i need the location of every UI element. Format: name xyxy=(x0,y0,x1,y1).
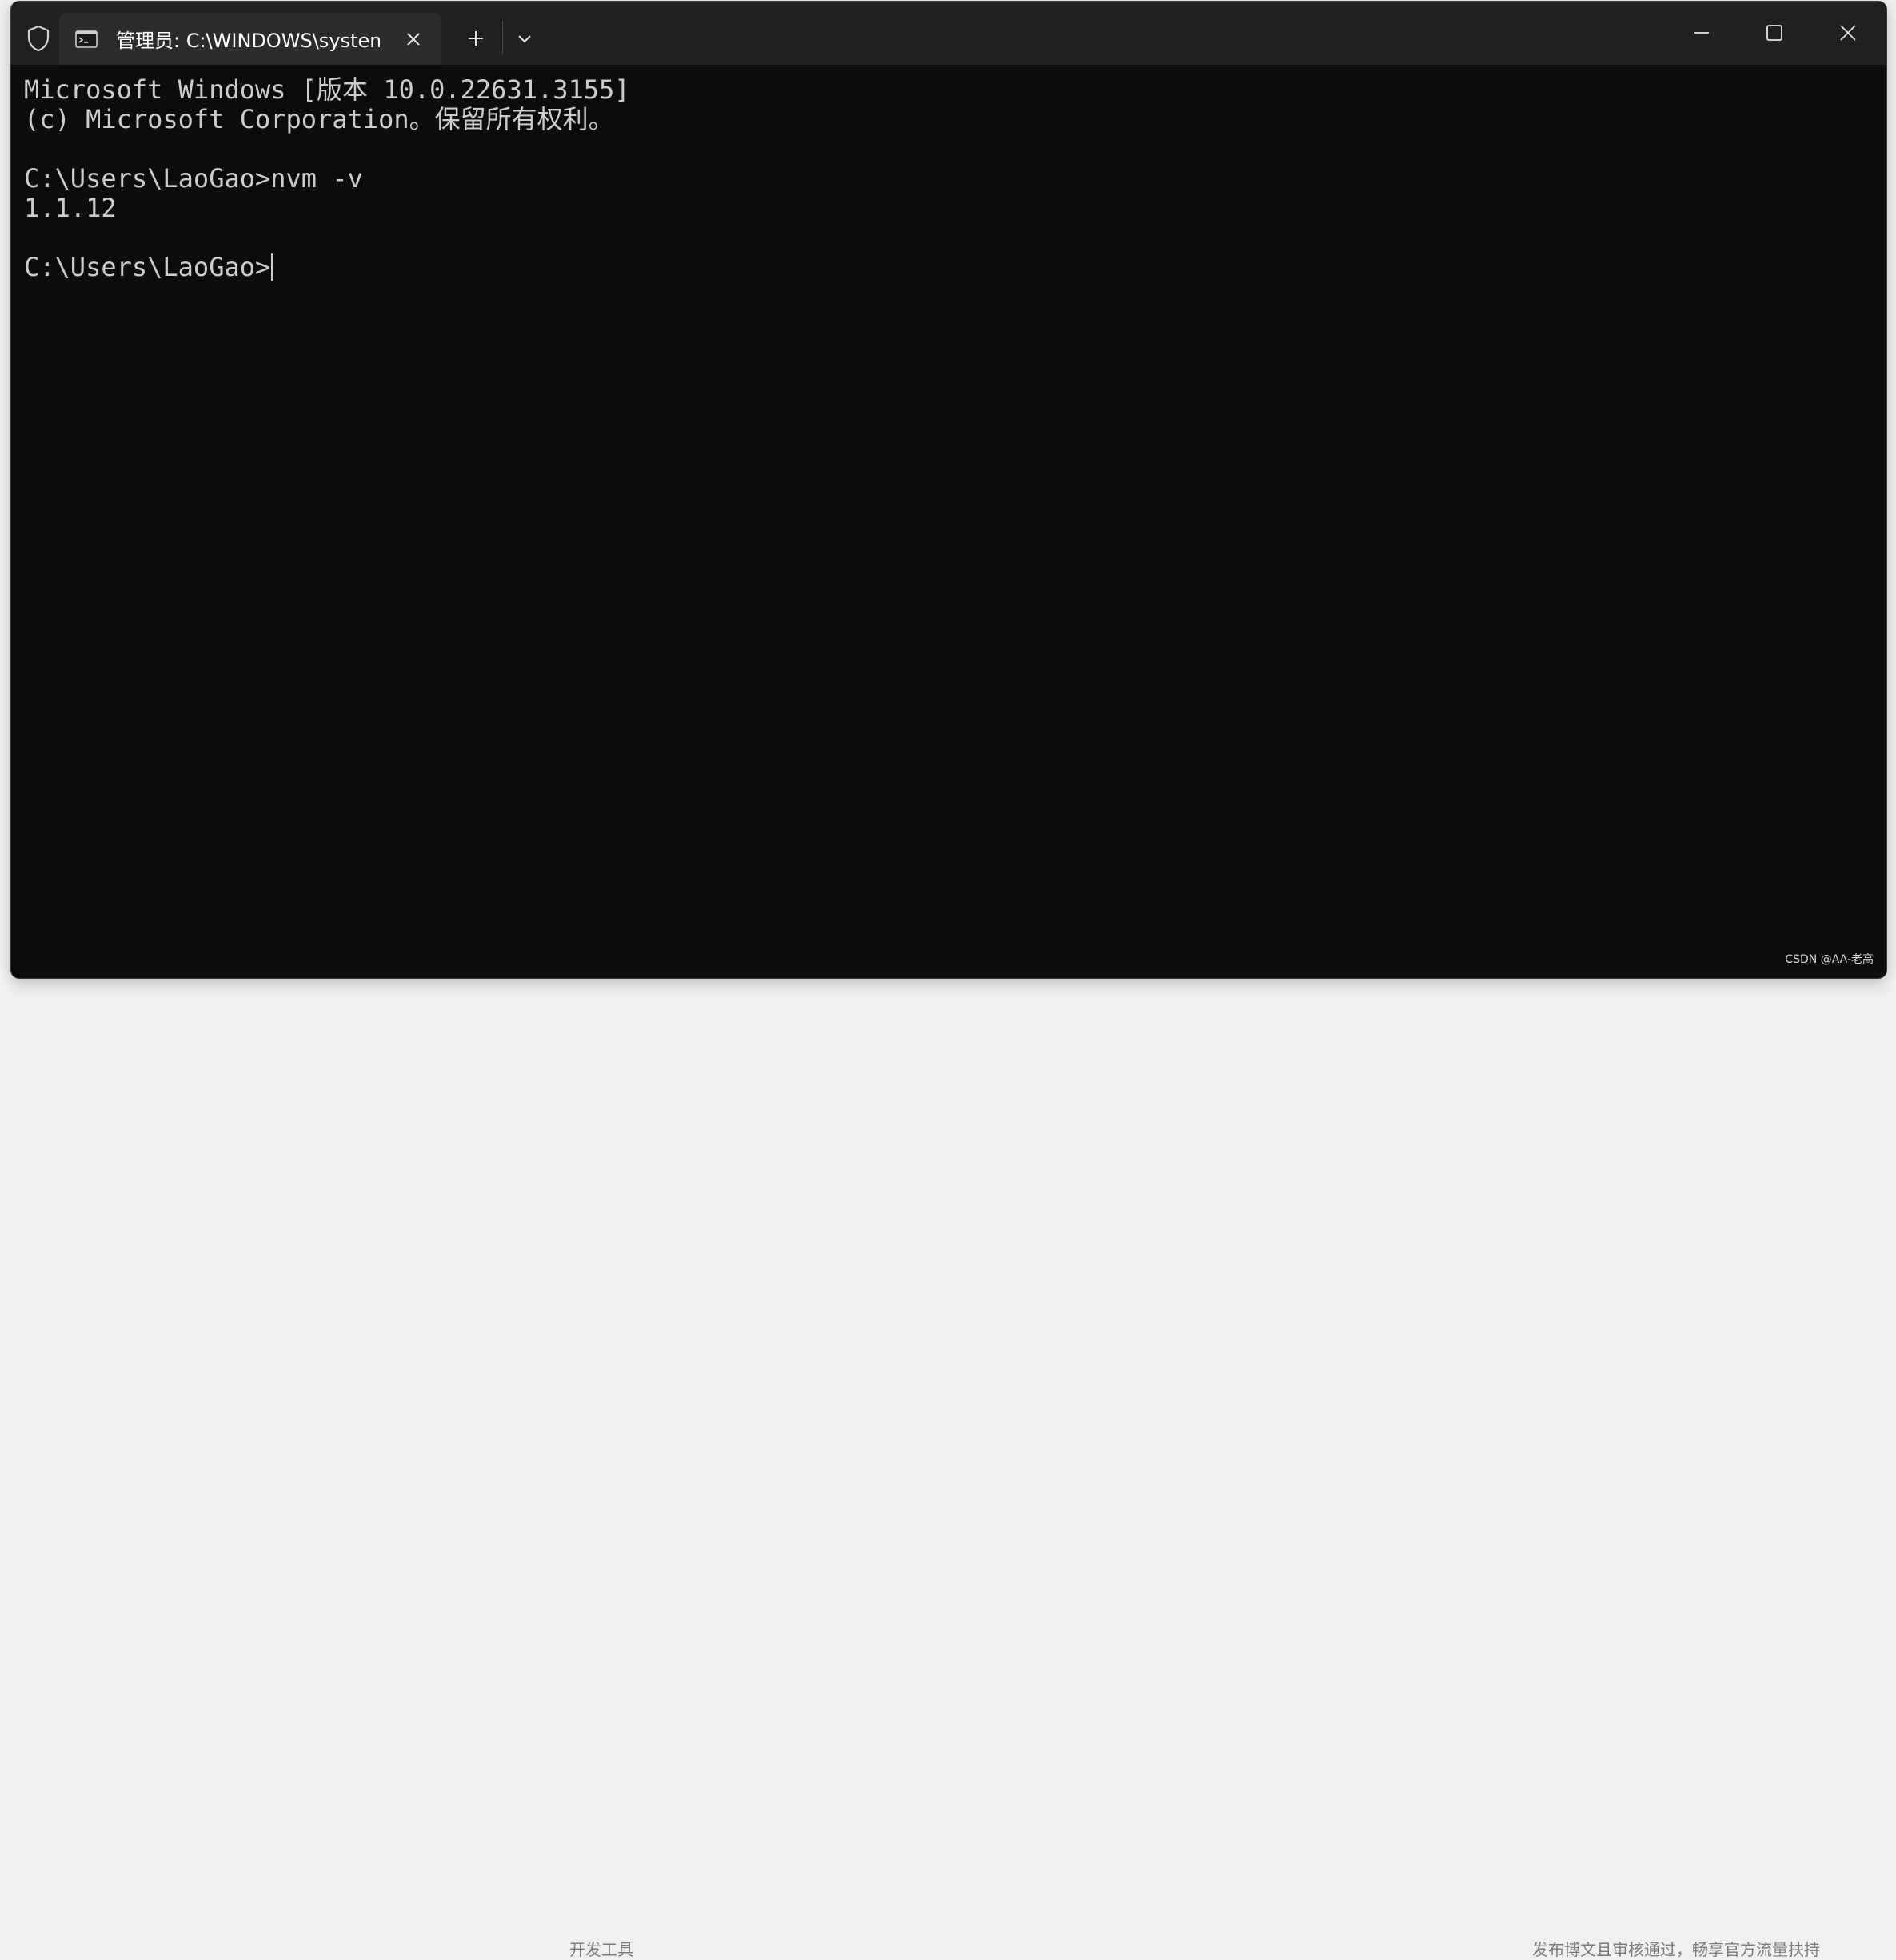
title-bar[interactable]: 管理员: C:\WINDOWS\system32\cmd.exe xyxy=(11,2,1886,65)
background-text-left: 开发工具 xyxy=(569,1940,633,1959)
shield-icon xyxy=(26,24,51,53)
tab-divider xyxy=(502,21,503,54)
maximize-icon[interactable] xyxy=(1754,13,1794,53)
terminal-line: 1.1.12 xyxy=(24,193,117,223)
watermark: CSDN @AA-老高 xyxy=(1785,953,1874,966)
close-icon[interactable] xyxy=(401,27,425,51)
prompt-text: C:\Users\LaoGao> xyxy=(24,252,271,282)
plus-icon[interactable] xyxy=(463,26,489,51)
terminal-line: C:\Users\LaoGao>nvm -v xyxy=(24,163,363,194)
terminal-window: 管理员: C:\WINDOWS\system32\cmd.exe xyxy=(11,2,1886,978)
chevron-down-icon[interactable] xyxy=(512,26,537,51)
text-cursor xyxy=(271,253,273,281)
terminal-icon xyxy=(75,30,98,48)
terminal-line: (c) Microsoft Corporation。保留所有权利。 xyxy=(24,104,614,134)
tab-cmd[interactable]: 管理员: C:\WINDOWS\system32\cmd.exe xyxy=(59,13,441,65)
minimize-icon[interactable] xyxy=(1682,13,1722,53)
terminal-output[interactable]: Microsoft Windows [版本 10.0.22631.3155] (… xyxy=(24,75,1874,978)
terminal-prompt[interactable]: C:\Users\LaoGao> xyxy=(24,253,1874,282)
background-text-right: 发布博文且审核通过，畅享官方流量扶持 xyxy=(1532,1940,1820,1959)
terminal-line: Microsoft Windows [版本 10.0.22631.3155] xyxy=(24,74,630,105)
tab-title: 管理员: C:\WINDOWS\system32\cmd.exe xyxy=(116,30,380,52)
close-icon[interactable] xyxy=(1828,13,1868,53)
